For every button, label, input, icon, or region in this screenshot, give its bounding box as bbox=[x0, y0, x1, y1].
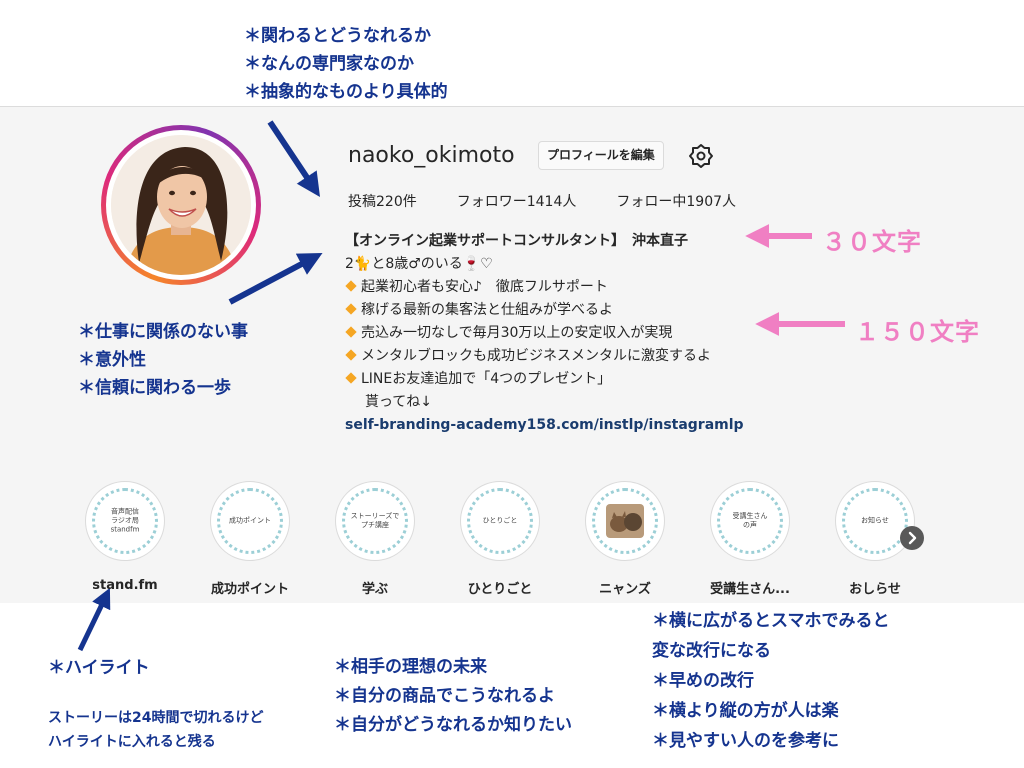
annotation-left-line: ＊信頼に関わる一歩 bbox=[78, 378, 231, 398]
annotation-highlight-note-line: ストーリーは24時間で切れるけど bbox=[48, 710, 264, 726]
profile-stats: 投稿220件 フォロワー1414人 フォロー中1907人 bbox=[348, 191, 736, 211]
annotation-right-line: ＊横より縦の方が人は楽 bbox=[652, 701, 839, 721]
annotation-left: ＊仕事に関係のない事 ＊意外性 ＊信頼に関わる一歩 bbox=[78, 318, 248, 402]
annotation-right-line: ＊見やすい人のを参考に bbox=[652, 731, 839, 751]
edit-profile-button[interactable]: プロフィールを編集 bbox=[538, 141, 664, 170]
highlight-cats[interactable]: ニャンズ bbox=[585, 481, 665, 597]
next-highlights-button[interactable] bbox=[900, 526, 924, 550]
arrow-highlight bbox=[77, 587, 111, 652]
bio: 【オンライン起業サポートコンサルタント】 沖本直子 2🐈と8歳♂のいる🍷♡ 起業… bbox=[345, 230, 744, 437]
annotation-left-line: ＊意外性 bbox=[78, 350, 146, 370]
highlight-cover: 受講生さん の声 bbox=[710, 481, 790, 561]
highlight-learn[interactable]: ストーリーズで プチ講座 学ぶ bbox=[335, 481, 415, 597]
highlight-cover bbox=[585, 481, 665, 561]
highlight-testimonials[interactable]: 受講生さん の声 受講生さん... bbox=[710, 481, 790, 597]
diamond-icon bbox=[345, 372, 357, 384]
highlight-cover: ひとりごと bbox=[460, 481, 540, 561]
highlight-stand-fm[interactable]: 音声配信 ラジオ局 standfm stand.fm bbox=[85, 481, 165, 593]
diamond-icon bbox=[345, 303, 357, 315]
annotation-highlight-title: ＊ハイライト bbox=[48, 658, 150, 678]
bio-item: LINEお友達追加で「4つのプレゼント」 bbox=[345, 368, 744, 391]
annotation-right-line: 変な改行になる bbox=[652, 641, 771, 661]
following-count[interactable]: フォロー中1907人 bbox=[616, 191, 736, 211]
annotation-middle-line: ＊相手の理想の未来 bbox=[334, 657, 487, 677]
bio-link[interactable]: self-branding-academy158.com/instlp/inst… bbox=[345, 414, 744, 437]
username: naoko_okimoto bbox=[348, 143, 515, 168]
annotation-top-line: ＊抽象的なものより具体的 bbox=[244, 82, 448, 102]
annotation-right-line: ＊早めの改行 bbox=[652, 671, 754, 691]
highlight-success-points[interactable]: 成功ポイント 成功ポイント bbox=[210, 481, 290, 597]
followers-count[interactable]: フォロワー1414人 bbox=[457, 191, 577, 211]
avatar-photo bbox=[111, 135, 251, 275]
annotation-middle-line: ＊自分がどうなれるか知りたい bbox=[334, 715, 572, 735]
annotation-top-line: ＊なんの専門家なのか bbox=[244, 54, 414, 74]
highlight-label: stand.fm bbox=[92, 578, 158, 593]
highlight-monologue[interactable]: ひとりごと ひとりごと bbox=[460, 481, 540, 597]
bio-item: メンタルブロックも成功ビジネスメンタルに激変するよ bbox=[345, 345, 744, 368]
highlight-label: ニャンズ bbox=[599, 582, 651, 597]
annotation-right: ＊横に広がるとスマホでみると 変な改行になる ＊早めの改行 ＊横より縦の方が人は… bbox=[652, 606, 890, 756]
annotation-highlight-note-line: ハイライトに入れると残る bbox=[48, 734, 216, 750]
highlight-label: ひとりごと bbox=[467, 582, 533, 597]
highlight-label: 学ぶ bbox=[361, 582, 388, 597]
bio-item: 売込み一切なしで毎月30万以上の安定収入が実現 bbox=[345, 322, 744, 345]
diamond-icon bbox=[345, 326, 357, 338]
diamond-icon bbox=[345, 280, 357, 292]
bio-line: 貰ってね↓ bbox=[365, 394, 433, 410]
char-count-30: ３０文字 bbox=[822, 228, 922, 256]
highlight-label: おしらせ bbox=[849, 582, 901, 597]
gear-icon[interactable] bbox=[688, 143, 714, 169]
highlight-label: 成功ポイント bbox=[210, 582, 289, 597]
avatar[interactable] bbox=[101, 125, 261, 285]
highlight-cover: ストーリーズで プチ講座 bbox=[335, 481, 415, 561]
char-count-150: １５０文字 bbox=[855, 318, 980, 346]
annotation-right-line: ＊横に広がるとスマホでみると bbox=[652, 611, 890, 631]
bio-item: 稼げる最新の集客法と仕組みが学べるよ bbox=[345, 299, 744, 322]
highlight-cover: 音声配信 ラジオ局 standfm bbox=[85, 481, 165, 561]
highlight-label: 受講生さん... bbox=[710, 582, 790, 597]
diamond-icon bbox=[345, 349, 357, 361]
annotation-middle-line: ＊自分の商品でこうなれるよ bbox=[334, 686, 555, 706]
bio-line: 2🐈と8歳♂のいる🍷♡ bbox=[345, 256, 493, 272]
annotation-highlight-note: ストーリーは24時間で切れるけど ハイライトに入れると残る bbox=[48, 706, 263, 754]
annotation-middle: ＊相手の理想の未来 ＊自分の商品でこうなれるよ ＊自分がどうなれるか知りたい bbox=[334, 653, 572, 740]
chevron-right-icon bbox=[908, 531, 917, 545]
bio-title: 【オンライン起業サポートコンサルタント】 沖本直子 bbox=[345, 233, 688, 249]
cats-photo bbox=[606, 504, 644, 538]
highlight-cover: 成功ポイント bbox=[210, 481, 290, 561]
posts-count[interactable]: 投稿220件 bbox=[348, 191, 417, 211]
annotation-top-line: ＊関わるとどうなれるか bbox=[244, 26, 431, 46]
bio-item: 起業初心者も安心♪ 徹底フルサポート bbox=[345, 276, 744, 299]
annotation-left-line: ＊仕事に関係のない事 bbox=[78, 322, 248, 342]
annotation-top: ＊関わるとどうなれるか ＊なんの専門家なのか ＊抽象的なものより具体的 bbox=[244, 22, 448, 106]
